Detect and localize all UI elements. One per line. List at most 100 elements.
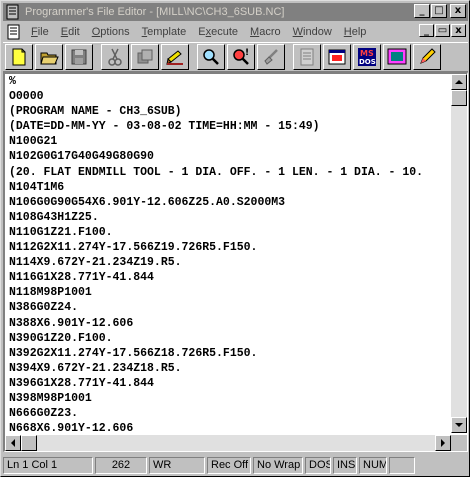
status-rec: Rec Off bbox=[207, 457, 251, 474]
code-line[interactable]: (PROGRAM NAME - CH3_6SUB) bbox=[9, 104, 451, 119]
find-button[interactable] bbox=[197, 44, 225, 70]
scroll-left-button[interactable] bbox=[5, 435, 21, 451]
menu-file[interactable]: File bbox=[25, 26, 55, 38]
menu-options[interactable]: Options bbox=[86, 26, 136, 38]
status-chars: 262 bbox=[95, 457, 147, 474]
code-line[interactable]: N106G0G90G54X6.901Y-12.606Z25.A0.S2000M3 bbox=[9, 195, 451, 210]
code-line[interactable]: N390G1Z20.F100. bbox=[9, 331, 451, 346]
paste-icon bbox=[166, 50, 183, 65]
msdos-icon: MSDOS bbox=[358, 48, 376, 66]
copy-icon bbox=[137, 49, 153, 64]
msdos-button[interactable]: MS DOS bbox=[353, 44, 381, 70]
open-folder-icon bbox=[40, 52, 59, 65]
doc-minimize-button[interactable]: _ bbox=[419, 24, 434, 37]
status-bar: Ln 1 Col 1 262 WR Rec Off No Wrap DOS IN… bbox=[3, 456, 468, 475]
vertical-scrollbar[interactable] bbox=[451, 74, 467, 433]
code-line[interactable]: (20. FLAT ENDMILL TOOL - 1 DIA. OFF. - 1… bbox=[9, 165, 451, 180]
open-file-button[interactable] bbox=[35, 44, 63, 70]
code-line[interactable]: % bbox=[9, 74, 451, 89]
code-line[interactable]: O0000 bbox=[9, 89, 451, 104]
code-line[interactable]: N394X9.672Y-21.234Z18.R5. bbox=[9, 361, 451, 376]
cut-scissors-icon bbox=[108, 48, 122, 66]
status-format: DOS bbox=[305, 457, 331, 474]
copy-button[interactable] bbox=[131, 44, 159, 70]
status-ins: INS bbox=[333, 457, 357, 474]
pencil-button[interactable] bbox=[413, 44, 441, 70]
down-arrow-icon bbox=[455, 423, 463, 427]
right-arrow-icon bbox=[441, 439, 445, 447]
app-icon bbox=[6, 4, 19, 20]
doc-restore-button[interactable]: ▭ bbox=[435, 24, 450, 37]
svg-text:!: ! bbox=[245, 48, 249, 58]
title-bar[interactable]: Programmer's File Editor - [MILL\NC\CH3_… bbox=[3, 3, 468, 21]
replace-button[interactable] bbox=[257, 44, 285, 70]
new-file-icon bbox=[12, 48, 26, 66]
save-disk-icon bbox=[71, 49, 87, 65]
code-line[interactable]: N114X9.672Y-21.234Z19.R5. bbox=[9, 255, 451, 270]
code-line[interactable]: N116G1X28.771Y-41.844 bbox=[9, 270, 451, 285]
code-line[interactable]: (DATE=DD-MM-YY - 03-08-02 TIME=HH:MM - 1… bbox=[9, 119, 451, 134]
code-line[interactable]: N102G0G17G40G49G80G90 bbox=[9, 149, 451, 164]
code-line[interactable]: N100G21 bbox=[9, 134, 451, 149]
execute-button[interactable] bbox=[323, 44, 351, 70]
up-arrow-icon bbox=[455, 80, 463, 84]
code-line[interactable]: N118M98P1001 bbox=[9, 285, 451, 300]
editor-window: Programmer's File Editor - [MILL\NC\CH3_… bbox=[0, 0, 470, 477]
window-title: Programmer's File Editor - [MILL\NC\CH3_… bbox=[25, 6, 285, 18]
minimize-button[interactable]: _ bbox=[414, 4, 430, 18]
code-text[interactable]: % O0000 (PROGRAM NAME - CH3_6SUB) (DATE=DD-… bbox=[7, 74, 451, 433]
horizontal-scroll-thumb[interactable] bbox=[21, 435, 37, 451]
status-extra bbox=[389, 457, 415, 474]
pencil-icon bbox=[420, 48, 436, 64]
code-line[interactable]: N112G2X11.274Y-17.566Z19.726R5.F150. bbox=[9, 240, 451, 255]
execute-icon bbox=[328, 49, 346, 65]
scroll-down-button[interactable] bbox=[451, 417, 467, 433]
scroll-right-button[interactable] bbox=[435, 435, 451, 451]
maximize-button[interactable]: □ bbox=[431, 4, 447, 18]
msdos-bottom-label: DOS bbox=[359, 58, 376, 66]
menu-template[interactable]: Template bbox=[136, 26, 193, 38]
save-button[interactable] bbox=[65, 44, 93, 70]
close-button[interactable]: x bbox=[450, 4, 466, 18]
code-line[interactable]: N108G43H1Z25. bbox=[9, 210, 451, 225]
code-line[interactable]: N388X6.901Y-12.606 bbox=[9, 316, 451, 331]
code-line[interactable]: N104T1M6 bbox=[9, 180, 451, 195]
editor-area[interactable]: % O0000 (PROGRAM NAME - CH3_6SUB) (DATE=DD-… bbox=[3, 72, 468, 452]
document-icon[interactable] bbox=[6, 24, 22, 40]
menu-edit[interactable]: Edit bbox=[55, 26, 86, 38]
menu-macro[interactable]: Macro bbox=[244, 26, 287, 38]
code-line[interactable]: N666G0Z23. bbox=[9, 406, 451, 421]
template-button[interactable] bbox=[293, 44, 321, 70]
code-line[interactable]: N392G2X11.274Y-17.566Z18.726R5.F150. bbox=[9, 346, 451, 361]
horizontal-scrollbar[interactable] bbox=[5, 435, 451, 451]
scroll-up-button[interactable] bbox=[451, 74, 467, 90]
scrollbar-corner bbox=[451, 435, 467, 451]
screen-button[interactable] bbox=[383, 44, 411, 70]
msdos-top-label: MS bbox=[360, 49, 374, 58]
code-line[interactable]: N398M98P1001 bbox=[9, 391, 451, 406]
vertical-scroll-thumb[interactable] bbox=[451, 90, 467, 106]
status-wrap: No Wrap bbox=[253, 457, 303, 474]
toolbar: ! MS DOS bbox=[3, 42, 468, 72]
new-file-button[interactable] bbox=[5, 44, 33, 70]
replace-brush-icon bbox=[264, 49, 278, 65]
status-num: NUM bbox=[359, 457, 387, 474]
menu-help[interactable]: Help bbox=[338, 26, 373, 38]
menu-window[interactable]: Window bbox=[287, 26, 338, 38]
code-line[interactable]: N110G1Z21.F100. bbox=[9, 225, 451, 240]
left-arrow-icon bbox=[11, 439, 15, 447]
code-line[interactable]: N668X6.901Y-12.606 bbox=[9, 421, 451, 433]
template-icon bbox=[300, 48, 314, 66]
find-next-icon: ! bbox=[233, 48, 249, 65]
find-magnifier-icon bbox=[203, 49, 219, 65]
menu-execute[interactable]: Execute bbox=[192, 26, 244, 38]
find-next-button[interactable]: ! bbox=[227, 44, 255, 70]
screen-icon bbox=[387, 48, 407, 65]
menu-bar: File Edit Options Template Execute Macro… bbox=[3, 22, 468, 41]
code-line[interactable]: N386G0Z24. bbox=[9, 300, 451, 315]
status-mode: WR bbox=[149, 457, 205, 474]
paste-button[interactable] bbox=[161, 44, 189, 70]
cut-button[interactable] bbox=[101, 44, 129, 70]
doc-close-button[interactable]: x bbox=[451, 24, 466, 37]
code-line[interactable]: N396G1X28.771Y-41.844 bbox=[9, 376, 451, 391]
